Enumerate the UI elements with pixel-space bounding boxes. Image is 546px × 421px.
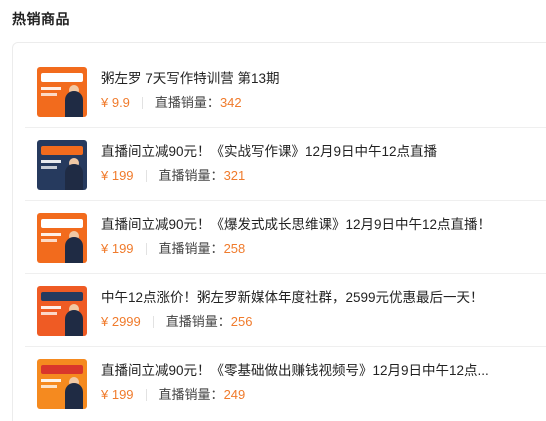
product-list: 粥左罗 7天写作特训营 第13期 ¥ 9.9 直播销量： 342 直播间立减90… [25,55,546,420]
sales-count: 258 [223,241,246,256]
section-title: 热销商品 [12,11,70,27]
product-price: ¥ 9.9 [101,95,130,110]
sales-label: 直播销量： [165,314,231,329]
divider [145,170,147,182]
sales-label: 直播销量： [158,241,224,256]
product-title[interactable]: 直播间立减90元！《爆发式成长思维课》12月9日中午12点直播！ [101,216,511,234]
sales-label: 直播销量： [158,387,224,402]
sales-count: 249 [223,387,246,402]
sales-count: 342 [219,95,242,110]
divider [145,389,147,401]
product-price: ¥ 199 [101,387,134,402]
product-thumbnail[interactable] [37,140,87,190]
product-thumbnail[interactable] [37,359,87,409]
product-thumbnail[interactable] [37,67,87,117]
product-item[interactable]: 直播间立减90元！《实战写作课》12月9日中午12点直播 ¥ 199 直播销量：… [25,128,546,201]
product-price: ¥ 2999 [101,314,141,329]
product-title[interactable]: 中午12点涨价！粥左罗新媒体年度社群，2599元优惠最后一天！ [101,289,511,307]
divider [152,316,154,328]
product-price: ¥ 199 [101,241,134,256]
divider [145,243,147,255]
product-thumbnail[interactable] [37,286,87,336]
product-title[interactable]: 直播间立减90元！《零基础做出赚钱视频号》12月9日中午12点... [101,362,511,380]
sales-label: 直播销量： [154,95,220,110]
product-item[interactable]: 中午12点涨价！粥左罗新媒体年度社群，2599元优惠最后一天！ ¥ 2999 直… [25,274,546,347]
sales-count: 256 [230,314,253,329]
product-thumbnail[interactable] [37,213,87,263]
product-title[interactable]: 直播间立减90元！《实战写作课》12月9日中午12点直播 [101,143,511,161]
product-title[interactable]: 粥左罗 7天写作特训营 第13期 [101,70,511,88]
product-item[interactable]: 直播间立减90元！《爆发式成长思维课》12月9日中午12点直播！ ¥ 199 直… [25,201,546,274]
product-price: ¥ 199 [101,168,134,183]
sales-count: 321 [223,168,246,183]
divider [141,97,143,109]
product-item[interactable]: 粥左罗 7天写作特训营 第13期 ¥ 9.9 直播销量： 342 [25,55,546,128]
product-item[interactable]: 直播间立减90元！《零基础做出赚钱视频号》12月9日中午12点... ¥ 199… [25,347,546,420]
sales-label: 直播销量： [158,168,224,183]
